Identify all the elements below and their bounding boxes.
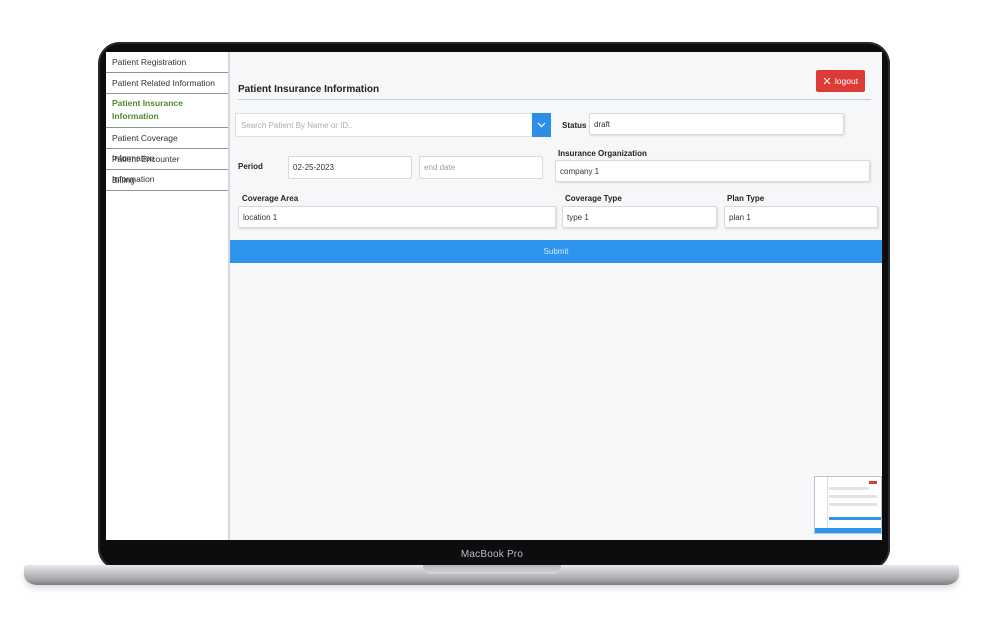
thumbnail-base xyxy=(815,528,881,533)
thumbnail-submit-bar xyxy=(829,517,881,520)
chevron-down-icon xyxy=(537,122,546,128)
coverage-area-field[interactable] xyxy=(238,206,556,228)
close-icon xyxy=(823,77,831,85)
thumbnail-sidebar xyxy=(815,477,828,533)
device-brand-label: MacBook Pro xyxy=(460,549,524,560)
logout-button[interactable]: logout xyxy=(816,70,865,92)
coverage-area-label: Coverage Area xyxy=(242,194,299,203)
insurance-organization-field[interactable] xyxy=(555,160,870,182)
status-label: Status xyxy=(562,121,587,130)
plan-type-field[interactable] xyxy=(724,206,878,228)
period-end-field[interactable] xyxy=(419,156,543,179)
sidebar-item-patient-registration[interactable]: Patient Registration xyxy=(106,52,228,73)
sidebar-item-patient-encounter-information[interactable]: Patient Encounter Information xyxy=(106,149,228,184)
period-start-field[interactable] xyxy=(288,156,412,179)
patient-search xyxy=(235,113,551,137)
patient-search-input[interactable] xyxy=(236,114,542,136)
search-dropdown-button[interactable] xyxy=(532,113,551,137)
thumbnail-row xyxy=(829,503,877,506)
sidebar-item-patient-insurance-information[interactable]: Patient Insurance Information xyxy=(106,94,228,128)
submit-button[interactable]: Submit xyxy=(230,240,882,263)
status-field[interactable] xyxy=(589,113,844,135)
main-content: logout Patient Insurance Information Sta… xyxy=(230,52,882,540)
screen-preview-thumbnail[interactable] xyxy=(814,476,882,534)
period-label: Period xyxy=(238,162,263,171)
coverage-type-label: Coverage Type xyxy=(565,194,622,203)
laptop-notch xyxy=(423,565,561,574)
app-screen: Patient Registration Patient Related Inf… xyxy=(106,52,882,540)
logout-label: logout xyxy=(834,76,859,86)
title-divider xyxy=(238,99,871,100)
thumbnail-logout xyxy=(869,481,877,484)
plan-type-label: Plan Type xyxy=(727,194,765,203)
sidebar-item-patient-coverage-information[interactable]: Patient Coverage Information xyxy=(106,128,228,163)
page-title: Patient Insurance Information xyxy=(238,84,380,95)
insurance-organization-label: Insurance Organization xyxy=(558,149,647,158)
thumbnail-row xyxy=(829,495,877,498)
sidebar: Patient Registration Patient Related Inf… xyxy=(106,52,230,540)
sidebar-item-patient-related-information[interactable]: Patient Related Information xyxy=(106,73,228,94)
sidebar-item-billing[interactable]: Billing xyxy=(106,170,228,191)
thumbnail-row xyxy=(829,487,869,490)
coverage-type-field[interactable] xyxy=(562,206,717,228)
